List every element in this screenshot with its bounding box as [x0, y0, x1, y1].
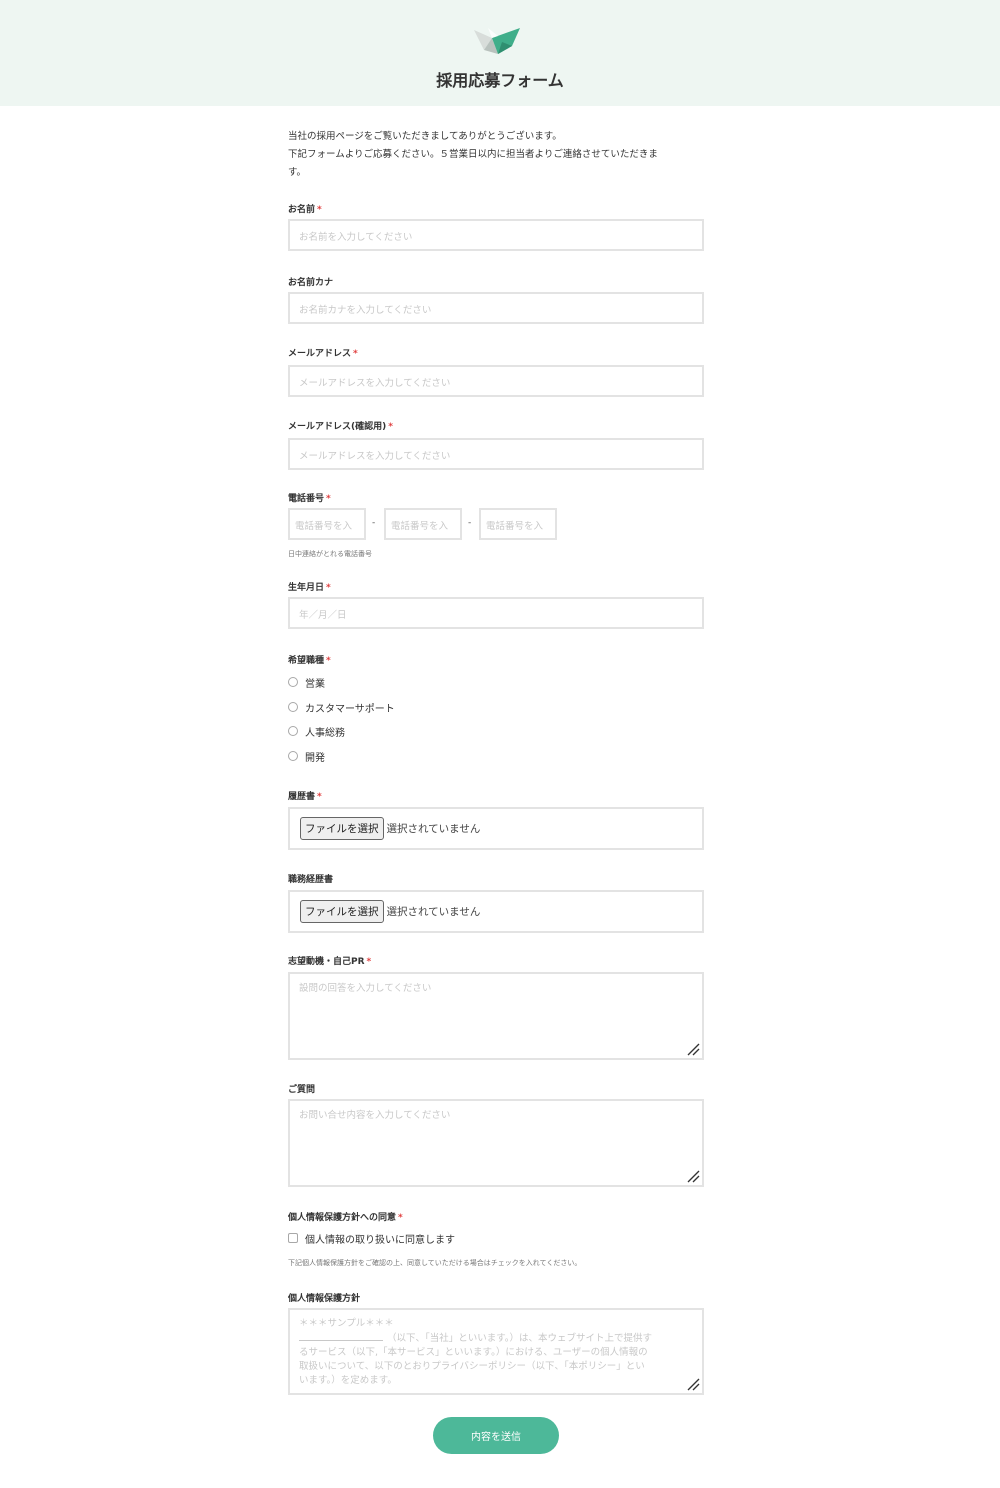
- cv-label: 職務経歴書: [288, 875, 334, 885]
- phone-input-3[interactable]: 電話番号を入: [479, 508, 557, 540]
- policy-textarea[interactable]: ＊＊＊サンプル＊＊＊ （以下、「当社」といいます。）は、本ウェブサイト上で提供す…: [288, 1308, 704, 1395]
- required-mark: *: [366, 957, 372, 967]
- required-mark: *: [353, 349, 358, 359]
- resume-file-status: 選択されていません: [386, 823, 481, 835]
- radio-option-hr[interactable]: 人事総務: [288, 724, 345, 739]
- required-mark: *: [326, 494, 331, 504]
- question-textarea[interactable]: お問い合せ内容を入力してください: [288, 1099, 704, 1187]
- email-label: メールアドレス *: [288, 349, 358, 359]
- resume-file-input: ファイルを選択 選択されていません: [288, 807, 704, 850]
- phone-separator: -: [372, 518, 376, 528]
- form-title: 採用応募フォーム: [436, 71, 564, 90]
- required-mark: *: [388, 422, 393, 432]
- phone-input-1[interactable]: 電話番号を入: [288, 508, 366, 540]
- intro-line: す。: [288, 167, 307, 178]
- phone-label: 電話番号 *: [288, 494, 331, 504]
- policy-label: 個人情報保護方針: [288, 1294, 361, 1304]
- intro-line: 下記フォームよりご応募ください。５営業日以内に担当者よりご連絡させていただきま: [288, 149, 658, 160]
- question-label: ご質問: [288, 1085, 316, 1095]
- consent-label: 個人情報保護方針への同意 *: [288, 1213, 403, 1223]
- birthdate-input[interactable]: 年／月／日: [288, 597, 704, 629]
- required-mark: *: [326, 583, 331, 593]
- required-mark: *: [317, 792, 322, 802]
- radio-button[interactable]: [288, 726, 298, 736]
- radio-option-dev[interactable]: 開発: [288, 749, 325, 764]
- motivation-textarea[interactable]: 設問の回答を入力してください: [288, 972, 704, 1060]
- resume-label: 履歴書 *: [288, 792, 322, 802]
- resize-grip-icon[interactable]: [686, 1169, 700, 1183]
- resume-choose-file-button[interactable]: ファイルを選択: [300, 817, 384, 840]
- radio-option-sales[interactable]: 営業: [288, 675, 325, 690]
- cv-file-input: ファイルを選択 選択されていません: [288, 890, 704, 933]
- email-confirm-label: メールアドレス(確認用) *: [288, 422, 393, 432]
- radio-option-support[interactable]: カスタマーサポート: [288, 700, 395, 715]
- consent-checkbox[interactable]: [288, 1233, 298, 1243]
- cv-choose-file-button[interactable]: ファイルを選択: [300, 900, 384, 923]
- radio-button[interactable]: [288, 751, 298, 761]
- name-label: お名前 *: [288, 205, 322, 215]
- name-kana-input[interactable]: お名前カナを入力してください: [288, 292, 704, 324]
- phone-separator: -: [468, 518, 472, 528]
- radio-button[interactable]: [288, 677, 298, 687]
- name-input[interactable]: お名前を入力してください: [288, 219, 704, 251]
- resize-grip-icon[interactable]: [686, 1042, 700, 1056]
- required-mark: *: [326, 656, 331, 666]
- radio-button[interactable]: [288, 702, 298, 712]
- policy-blank: [299, 1331, 383, 1341]
- birthdate-label: 生年月日 *: [288, 583, 331, 593]
- intro-text: 当社の採用ページをご覧いただきましてありがとうございます。 下記フォームよりご応…: [288, 128, 704, 182]
- phone-help-text: 日中連絡がとれる電話番号: [288, 550, 372, 558]
- consent-checkbox-row[interactable]: 個人情報の取り扱いに同意します: [288, 1231, 455, 1246]
- phone-input-2[interactable]: 電話番号を入: [384, 508, 462, 540]
- email-input[interactable]: メールアドレスを入力してください: [288, 365, 704, 397]
- position-label: 希望職種 *: [288, 656, 331, 666]
- required-mark: *: [398, 1213, 403, 1223]
- name-kana-label: お名前カナ: [288, 278, 334, 288]
- page-header: 採用応募フォーム: [0, 0, 1000, 106]
- required-mark: *: [317, 205, 322, 215]
- submit-button[interactable]: 内容を送信: [433, 1417, 559, 1454]
- motivation-label: 志望動機・自己PR *: [288, 957, 372, 967]
- resize-grip-icon[interactable]: [686, 1377, 700, 1391]
- consent-help-text: 下記個人情報保護方針をご確認の上、同意していただける場合はチェックを入れてくださ…: [288, 1259, 582, 1267]
- cv-file-status: 選択されていません: [386, 906, 481, 918]
- paper-crane-logo-icon: [474, 28, 520, 54]
- intro-line: 当社の採用ページをご覧いただきましてありがとうございます。: [288, 131, 562, 142]
- email-confirm-input[interactable]: メールアドレスを入力してください: [288, 438, 704, 470]
